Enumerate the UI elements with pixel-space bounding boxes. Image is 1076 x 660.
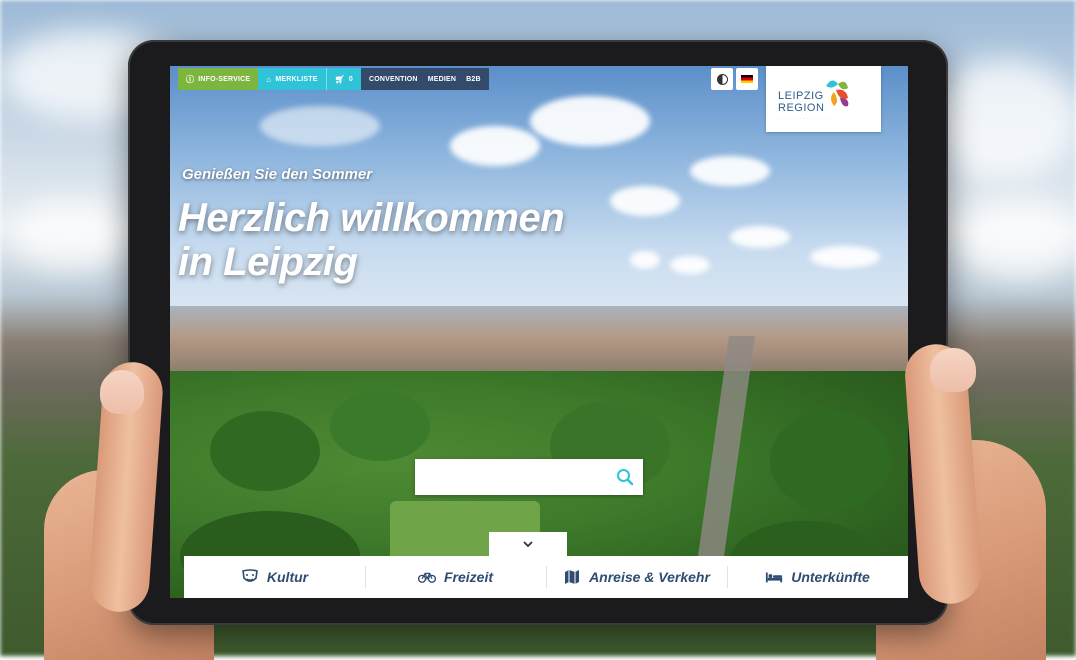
german-flag-icon [741,75,753,83]
category-anreise-label: Anreise & Verkehr [589,569,710,585]
info-service-button[interactable]: ⓘ INFO-SERVICE [178,68,259,90]
website-screen: ⓘ INFO-SERVICE ⌂ MERKLISTE 🛒︎ 0 CONVENTI… [170,66,908,598]
category-freizeit[interactable]: Freizeit [365,556,546,598]
info-icon: ⓘ [186,74,195,84]
headline-line1: Herzlich willkommen [178,196,565,240]
search-icon [617,469,634,486]
cart-icon: 🛒︎ [334,74,345,84]
contrast-icon [716,73,728,85]
category-bar: Kultur Freizeit Anreise & Verkehr Unterk… [184,556,908,598]
category-unterkuenfte[interactable]: Unterkünfte [727,556,908,598]
info-service-label: INFO-SERVICE [198,75,251,83]
category-unterkuenfte-label: Unterkünfte [791,569,870,585]
category-kultur[interactable]: Kultur [184,556,365,598]
theater-masks-icon [241,568,259,586]
category-kultur-label: Kultur [266,569,309,585]
logo-tagline: · · · · · · · · · · · · · · · [778,116,831,121]
hero-tagline: Genießen Sie den Sommer [182,166,373,183]
bicycle-icon [417,568,436,586]
bed-icon [765,568,783,586]
headline-line2: in Leipzig [178,240,358,284]
search-button[interactable] [607,459,643,495]
search-input[interactable] [415,459,607,495]
category-anreise[interactable]: Anreise & Verkehr [546,556,727,598]
logo-line1: LEIPZIG [778,90,824,102]
search-box [415,459,643,495]
language-button[interactable] [736,68,758,90]
chevron-down-icon [523,541,533,548]
scroll-down-button[interactable] [489,532,567,556]
top-navigation: ⓘ INFO-SERVICE ⌂ MERKLISTE 🛒︎ 0 CONVENTI… [178,68,489,90]
hero-headline: Herzlich willkommen in Leipzig [178,196,565,284]
left-thumbnail [100,370,144,414]
cart-button[interactable]: 🛒︎ 0 [325,68,362,90]
nav-convention[interactable]: CONVENTION [369,76,418,83]
logo-text: LEIPZIG REGION [778,90,824,114]
cart-count: 0 [348,75,354,83]
category-freizeit-label: Freizeit [443,569,493,585]
logo-line2: REGION [778,102,825,114]
map-icon [563,568,581,586]
contrast-toggle-button[interactable] [711,68,733,90]
merkliste-label: MERKLISTE [275,75,318,83]
utility-buttons [711,68,758,90]
right-thumbnail [930,348,976,392]
leipzig-region-logo[interactable]: LEIPZIG REGION · · · · · · · · · · · · ·… [766,66,881,132]
nav-medien[interactable]: MEDIEN [428,76,456,83]
nav-b2b[interactable]: B2B [466,76,481,83]
secondary-nav: CONVENTION MEDIEN B2B [361,68,489,90]
tag-icon: ⌂ [266,74,272,84]
merkliste-button[interactable]: ⌂ MERKLISTE [258,68,326,90]
logo-mark-icon [826,80,849,107]
